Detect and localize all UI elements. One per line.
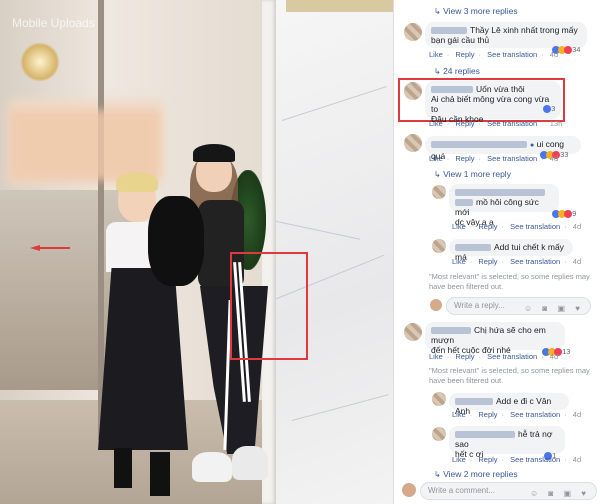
like-link[interactable]: Like: [429, 154, 443, 163]
like-link[interactable]: Like: [429, 50, 443, 59]
boot-right: [150, 452, 170, 496]
reply-link[interactable]: Reply: [455, 119, 474, 128]
cap: [193, 144, 235, 162]
blurred-name: [455, 189, 545, 197]
see-translation-link[interactable]: See translation: [510, 222, 560, 231]
avatar[interactable]: [404, 134, 422, 152]
watermark: Mobile Uploads: [12, 16, 95, 30]
reply-link[interactable]: Reply: [478, 222, 497, 231]
reply-actions: Like · Reply · See translation · 4d: [452, 410, 582, 419]
like-link[interactable]: Like: [452, 222, 466, 231]
see-translation-link[interactable]: See translation: [510, 410, 560, 419]
view-more-replies-mid[interactable]: ↳ View 1 more reply: [434, 169, 511, 179]
blurred-name: [431, 86, 473, 94]
avatar[interactable]: [404, 23, 422, 41]
reply-link[interactable]: Reply: [478, 455, 497, 464]
blurred-signage: [10, 110, 160, 180]
post-photo[interactable]: Mobile Uploads: [0, 0, 393, 504]
avatar[interactable]: [432, 427, 446, 441]
boot-left: [114, 448, 132, 488]
blurred-name: [431, 327, 471, 335]
blurred-name: [455, 398, 493, 406]
filter-notice: "Most relevant" is selected, so some rep…: [429, 272, 590, 291]
blurred-name: [431, 141, 527, 149]
chandelier: [20, 42, 60, 82]
reply-actions: Like · Reply · See translation · 4d: [452, 455, 582, 464]
view-more-replies-bottom[interactable]: ↳ View 2 more replies: [434, 469, 518, 479]
reply-actions: Like · Reply · See translation · 4d: [452, 257, 582, 266]
reply-arrow-icon: ↳: [434, 470, 441, 479]
reply-link[interactable]: Reply: [478, 410, 497, 419]
comment-actions: Like · Reply · See translation · 4d: [429, 50, 559, 59]
timestamp: 4d: [549, 50, 559, 59]
wall-logo: [286, 0, 393, 12]
user-avatar: [402, 483, 416, 497]
avatar[interactable]: [432, 239, 446, 253]
avatar[interactable]: [404, 323, 422, 341]
timestamp: 4d: [572, 222, 582, 231]
reactions[interactable]: 9: [552, 209, 576, 219]
timestamp: 4d: [549, 352, 559, 361]
like-link[interactable]: Like: [429, 119, 443, 128]
see-translation-link[interactable]: See translation: [510, 257, 560, 266]
see-translation-link[interactable]: See translation: [487, 50, 537, 59]
fur-jacket: [148, 196, 204, 286]
timestamp: 4d: [572, 410, 582, 419]
timestamp: 4d: [572, 455, 582, 464]
timestamp: 13h: [549, 119, 563, 128]
blurred-name: [431, 27, 467, 35]
reply-link[interactable]: Reply: [478, 257, 497, 266]
like-link[interactable]: Like: [452, 410, 466, 419]
reply-link[interactable]: Reply: [455, 50, 474, 59]
write-reply-input[interactable]: Write a reply... ☺ ◙ ▣ ♥: [446, 297, 591, 315]
reply-bubble: mồ hôi công sức mới dc vậy a ạ: [449, 184, 559, 227]
woman-left-skirt: [98, 268, 188, 450]
see-translation-link[interactable]: See translation: [487, 352, 537, 361]
comment-bubble: Chị hứa sẽ cho em mượn đến hết cuộc đời …: [425, 322, 565, 355]
reply-bubble: hễ trả nợ sao hết c ơi: [449, 426, 565, 459]
comment-actions: Like · Reply · See translation · 4d: [429, 352, 559, 361]
red-arrow-icon: [30, 245, 70, 251]
view-more-replies-top[interactable]: ↳ View 3 more replies: [434, 6, 518, 16]
timestamp: 4d: [549, 154, 559, 163]
door-frame: [98, 0, 104, 440]
reply-arrow-icon: ↳: [434, 67, 441, 76]
avatar[interactable]: [432, 185, 446, 199]
blurred-name: [455, 431, 515, 439]
comment-actions: Like · Reply · See translation · 4d: [429, 154, 559, 163]
blurred-name: [455, 244, 491, 252]
avatar[interactable]: [404, 82, 422, 100]
reply-actions: Like · Reply · See translation · 4d: [452, 222, 582, 231]
woman-left-hair: [116, 172, 158, 192]
user-avatar: [430, 299, 442, 311]
write-comment-input[interactable]: Write a comment... ☺ ◙ ▣ ♥: [420, 482, 597, 500]
reply-link[interactable]: Reply: [455, 352, 474, 361]
reply-bubble: Add e đi c Vân Anh: [449, 393, 569, 416]
reply-arrow-icon: ↳: [434, 170, 441, 179]
see-translation-link[interactable]: See translation: [510, 455, 560, 464]
timestamp: 4d: [572, 257, 582, 266]
like-link[interactable]: Like: [452, 455, 466, 464]
comment-actions: Like · Reply · See translation · 13h: [429, 119, 563, 128]
composer-icons[interactable]: ☺ ◙ ▣ ♥: [524, 301, 584, 317]
sneaker-right: [232, 446, 268, 480]
highlight-box: [230, 252, 308, 360]
reply-bubble: Add tui chết k mấy má: [449, 239, 573, 262]
like-link[interactable]: Like: [452, 257, 466, 266]
composer-icons[interactable]: ☺ ◙ ▣ ♥: [530, 486, 590, 502]
reply-link[interactable]: Reply: [455, 154, 474, 163]
see-translation-link[interactable]: See translation: [487, 154, 537, 163]
sneaker-left: [192, 452, 232, 482]
filter-notice: "Most relevant" is selected, so some rep…: [429, 366, 590, 385]
replies-toggle[interactable]: ↳ 24 replies: [434, 66, 480, 76]
comment-bubble: Uốn vừa thôi Ai chả biết mông vừa cong v…: [425, 81, 561, 124]
like-link[interactable]: Like: [429, 352, 443, 361]
reactions[interactable]: 3: [543, 104, 555, 114]
avatar[interactable]: [432, 392, 446, 406]
reply-arrow-icon: ↳: [434, 7, 441, 16]
see-translation-link[interactable]: See translation: [487, 119, 537, 128]
comments-panel: ↳ View 3 more replies Thầy Lê xinh nhất …: [393, 0, 600, 504]
